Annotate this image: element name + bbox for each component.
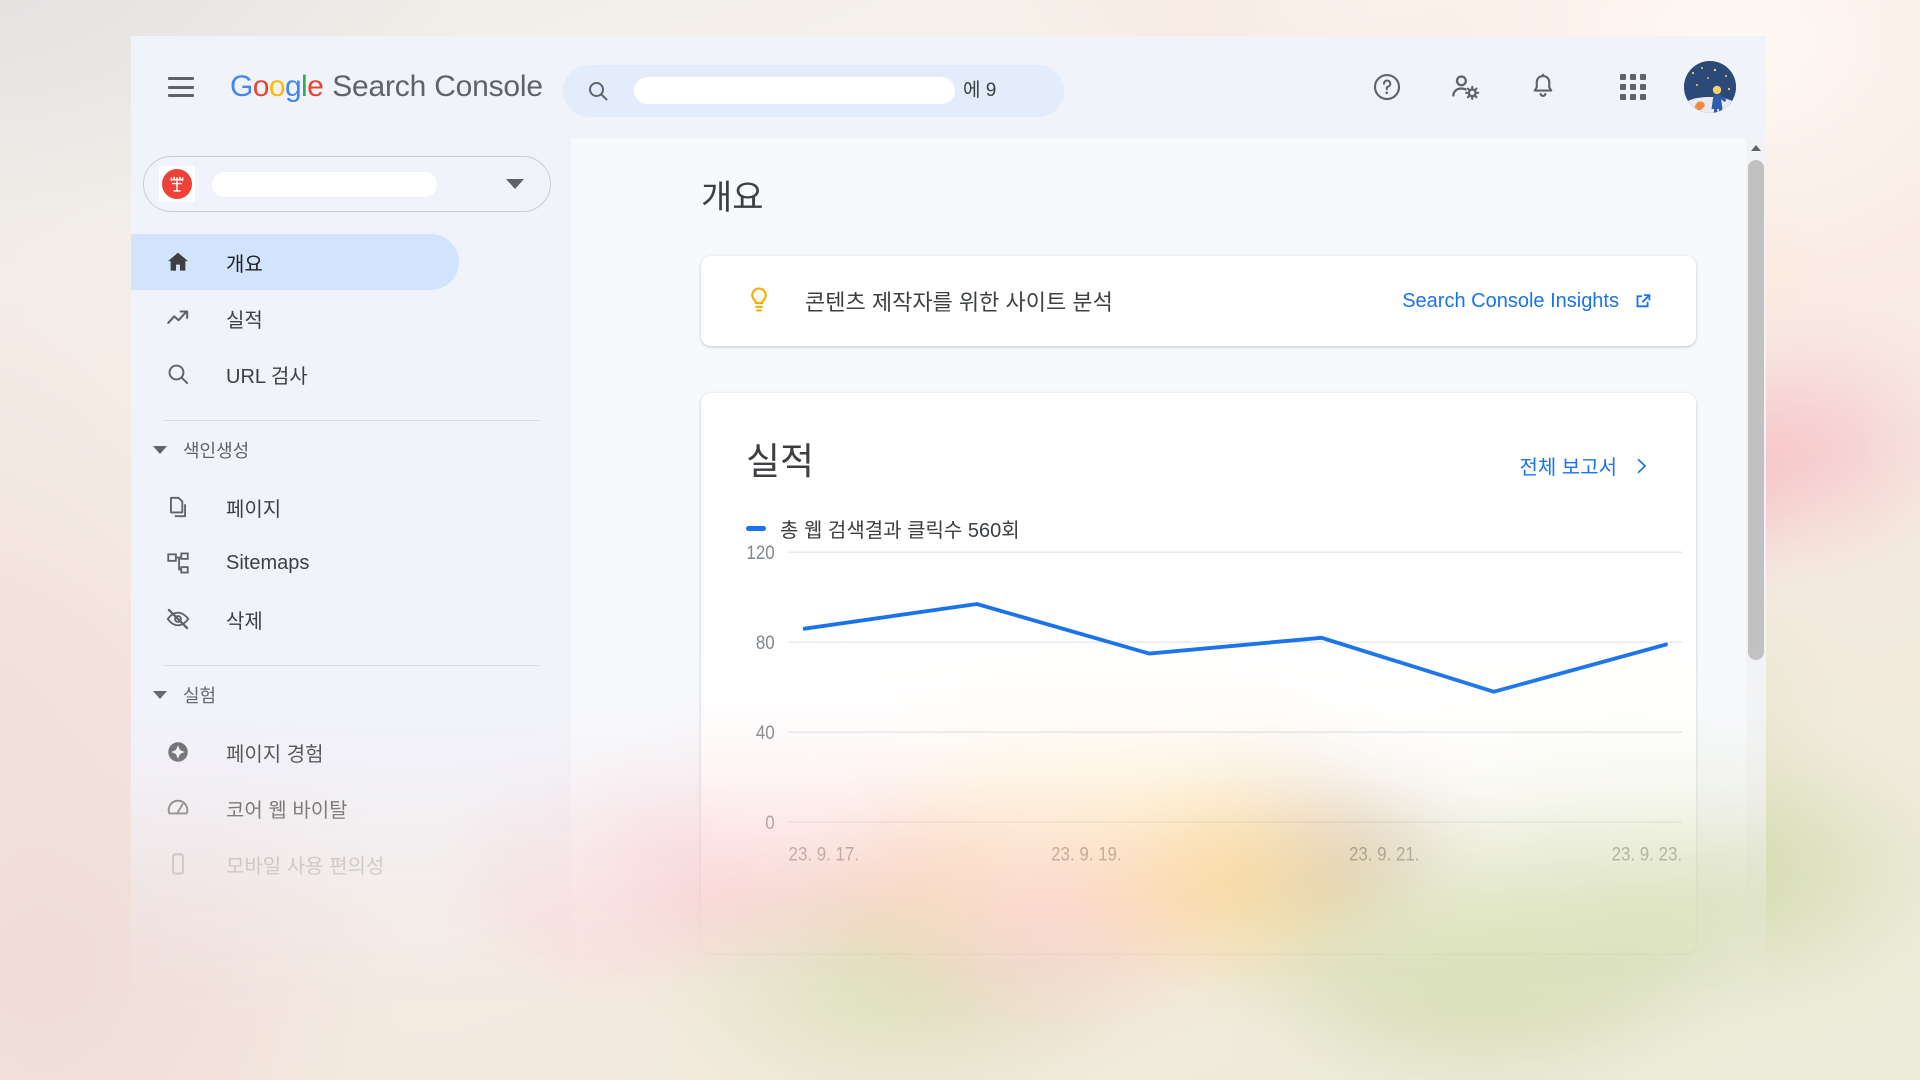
main-content: 개요 콘텐츠 제작자를 위한 사이트 분석 Search Console Ins…	[571, 138, 1766, 1058]
sidebar-item-label: Sitemaps	[226, 551, 310, 574]
chart-x-axis-labels: 23. 9. 17. 23. 9. 19. 23. 9. 21. 23. 9. 23.	[789, 844, 1683, 865]
notifications-bell-icon[interactable]	[1512, 56, 1574, 118]
sidebar-section-indexing[interactable]: 색인생성	[131, 421, 571, 479]
sidebar: 개요 실적 URL 검사 색인생성 페이지 Sitemaps 삭제 실험 페이지…	[131, 138, 571, 1058]
sidebar-item-pages[interactable]: 페이지	[131, 479, 459, 535]
logo-letter-g: G	[230, 70, 253, 103]
topbar-actions	[1356, 36, 1742, 138]
sidebar-item-page-experience[interactable]: 페이지 경험	[131, 724, 459, 780]
search-query-redaction	[634, 77, 955, 104]
sidebar-item-performance[interactable]: 실적	[131, 290, 459, 346]
property-selector[interactable]	[143, 156, 551, 212]
chart-y-axis-labels: 120 80 40 0	[746, 542, 774, 833]
lightbulb-icon	[751, 287, 767, 312]
scroll-up-arrow-icon[interactable]	[1746, 138, 1766, 158]
insights-link-label: Search Console Insights	[1402, 289, 1619, 312]
hamburger-menu-icon[interactable]	[168, 77, 194, 97]
trending-up-icon	[163, 303, 193, 333]
sidebar-item-label: URL 검사	[226, 365, 308, 388]
sidebar-item-mobile-usability[interactable]: 모바일 사용 편의성	[131, 836, 459, 892]
mobile-phone-icon	[163, 849, 193, 879]
sidebar-item-url-inspection[interactable]: URL 검사	[131, 346, 459, 402]
sidebar-item-label: 실적	[226, 309, 263, 332]
property-name-redaction	[212, 171, 437, 197]
performance-card-header: 실적 전체 보고서	[701, 393, 1696, 485]
chart-gridlines	[788, 551, 1683, 823]
legend-label: 총 웹 검색결과 클릭수 560회	[780, 520, 1020, 542]
home-icon	[163, 247, 193, 277]
logo-letter-g2: g	[284, 70, 302, 103]
search-input[interactable]: 에 9	[634, 65, 1064, 117]
svg-text:23. 9. 23.: 23. 9. 23.	[1612, 844, 1682, 865]
eye-off-icon	[163, 604, 193, 634]
svg-text:0: 0	[765, 812, 774, 833]
sidebar-primary-list: 개요 실적 URL 검사	[131, 234, 571, 402]
help-icon[interactable]	[1356, 56, 1418, 118]
sidebar-section-label: 실험	[183, 686, 217, 706]
sidebar-item-sitemaps[interactable]: Sitemaps	[131, 535, 459, 591]
pages-copy-icon	[163, 492, 193, 522]
sidebar-section-label: 색인생성	[183, 441, 250, 461]
product-name: Search Console	[332, 70, 543, 103]
performance-card: 실적 전체 보고서 총 웹 검색결과 클릭수 560회 120 80 40 0 …	[701, 393, 1696, 953]
open-in-new-icon	[1636, 294, 1651, 308]
search-icon	[589, 81, 608, 101]
full-report-label: 전체 보고서	[1519, 457, 1617, 479]
sidebar-item-core-web-vitals[interactable]: 코어 웹 바이탈	[131, 780, 459, 836]
search-console-window: Google Search Console 에 9 개요 실적 URL 검사 색…	[131, 36, 1766, 1058]
caret-down-icon	[153, 446, 167, 454]
svg-text:23. 9. 19.: 23. 9. 19.	[1051, 844, 1121, 865]
chart-legend[interactable]: 총 웹 검색결과 클릭수 560회	[746, 514, 1696, 543]
logo-letter-o2: o	[268, 70, 286, 103]
full-report-link[interactable]: 전체 보고서	[1519, 451, 1651, 480]
search-console-insights-link[interactable]: Search Console Insights	[1402, 290, 1654, 313]
apps-grid-dots	[1620, 74, 1646, 100]
page-experience-icon	[163, 737, 193, 767]
insights-banner-text: 콘텐츠 제작자를 위한 사이트 분석	[805, 290, 1113, 315]
performance-chart[interactable]: 120 80 40 0 23. 9. 17. 23. 9. 19. 23. 9. 21. 2…	[701, 541, 1696, 881]
sidebar-item-label: 페이지 경험	[226, 743, 324, 766]
chevron-down-icon	[506, 179, 524, 189]
sitemaps-icon	[163, 548, 193, 578]
chart-series-line	[802, 602, 1668, 694]
sidebar-section-experience[interactable]: 실험	[131, 666, 571, 724]
content-scroll-area: 콘텐츠 제작자를 위한 사이트 분석 Search Console Insigh…	[571, 256, 1766, 1058]
svg-text:23. 9. 21.: 23. 9. 21.	[1349, 844, 1419, 865]
svg-text:40: 40	[756, 722, 775, 743]
chart-svg: 12080400 23. 9. 17. 23. 9. 19. 23. 9. 21. 2…	[746, 542, 1683, 865]
sidebar-item-overview[interactable]: 개요	[131, 234, 459, 290]
sidebar-item-label: 삭제	[226, 610, 263, 633]
vertical-scrollbar[interactable]	[1746, 138, 1766, 1058]
legend-color-swatch	[746, 526, 766, 531]
chevron-right-icon	[1637, 458, 1646, 473]
scroll-thumb[interactable]	[1748, 160, 1764, 660]
apps-grid-icon[interactable]	[1602, 56, 1664, 118]
svg-text:120: 120	[746, 542, 774, 563]
google-wordmark: Google	[230, 70, 324, 104]
svg-text:23. 9. 17.: 23. 9. 17.	[789, 844, 859, 865]
sidebar-item-label: 코어 웹 바이탈	[226, 799, 348, 822]
sidebar-item-label: 페이지	[226, 498, 282, 521]
caret-down-icon	[153, 691, 167, 699]
page-title: 개요	[701, 179, 764, 217]
logo-letter-e: e	[307, 70, 324, 103]
speedometer-icon	[163, 793, 193, 823]
sidebar-item-label: 개요	[226, 253, 263, 276]
top-app-bar: Google Search Console 에 9	[131, 36, 1766, 138]
site-favicon-box	[159, 166, 195, 202]
insights-banner: 콘텐츠 제작자를 위한 사이트 분석 Search Console Insigh…	[701, 256, 1696, 346]
svg-text:80: 80	[756, 632, 775, 653]
avatar[interactable]	[1684, 61, 1736, 113]
logo-letter-o1: o	[252, 70, 270, 103]
brand-logo[interactable]: Google Search Console	[230, 70, 543, 104]
sidebar-item-removals[interactable]: 삭제	[131, 591, 459, 647]
account-settings-icon[interactable]	[1434, 56, 1496, 118]
global-search-bar[interactable]: 에 9	[563, 65, 1064, 117]
search-icon	[163, 359, 193, 389]
performance-title: 실적	[746, 441, 815, 482]
sidebar-item-label: 모바일 사용 편의성	[226, 855, 385, 878]
site-favicon	[162, 169, 192, 199]
